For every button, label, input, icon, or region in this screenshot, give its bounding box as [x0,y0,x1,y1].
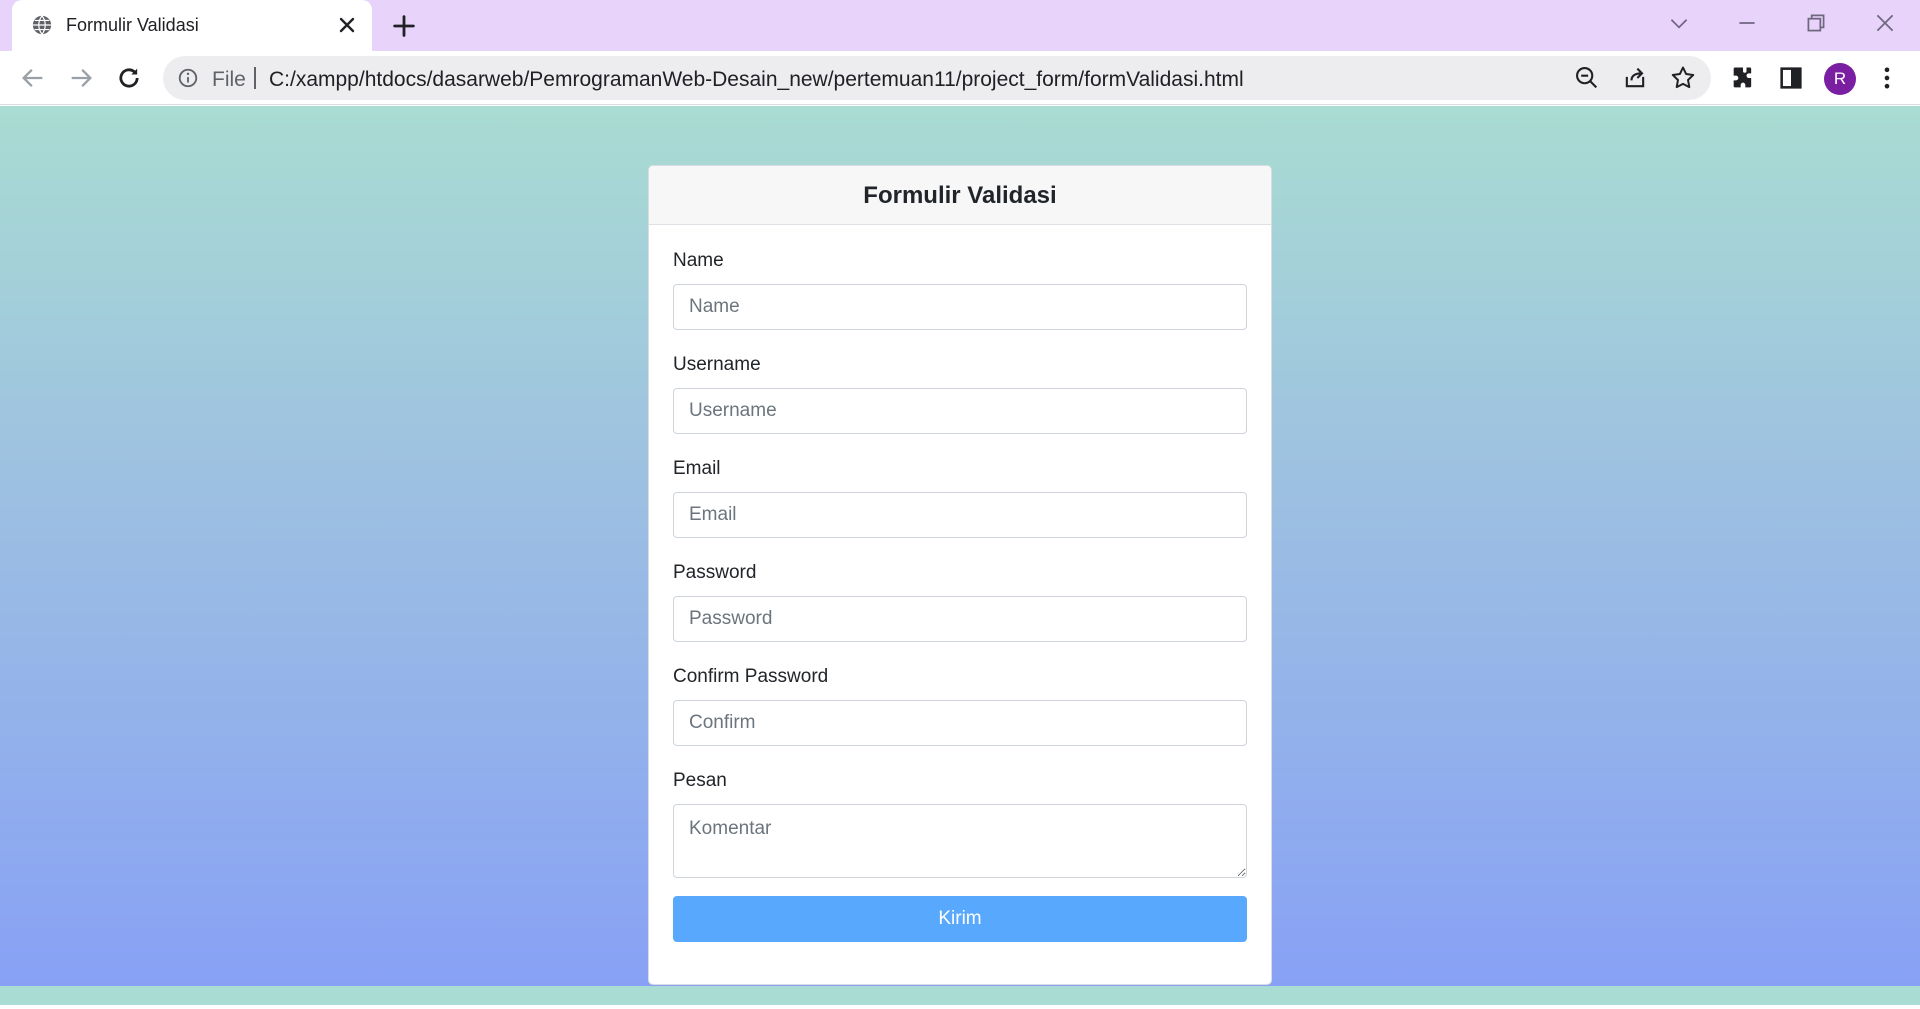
scheme-label: File [212,68,246,91]
username-label: Username [673,354,761,375]
close-icon[interactable] [335,13,359,37]
tab-strip: Formulir Validasi [0,0,1920,51]
restore-icon[interactable] [1803,10,1829,36]
name-label: Name [673,250,724,271]
password-field-group: Password [673,561,1247,642]
chevron-down-icon[interactable] [1666,10,1692,36]
tab-title: Formulir Validasi [66,15,199,35]
email-input[interactable] [673,492,1247,538]
password-label: Password [673,562,757,583]
message-label: Pesan [673,770,727,791]
close-window-icon[interactable] [1872,10,1898,36]
star-icon[interactable] [1669,64,1697,92]
zoom-out-icon[interactable] [1573,64,1601,92]
plus-icon[interactable] [390,12,418,40]
browser-tab[interactable]: Formulir Validasi [12,0,372,51]
address-bar[interactable]: File C:/xampp/htdocs/dasarweb/Pemrograma… [163,56,1711,100]
password-input[interactable] [673,596,1247,642]
message-textarea[interactable] [673,804,1247,878]
validation-form: Name Username Email Password Confirm Pas… [649,225,1271,942]
page-viewport: Formulir Validasi Name Username Email Pa… [0,106,1920,1009]
username-input[interactable] [673,388,1247,434]
email-label: Email [673,458,721,479]
globe-icon [32,15,52,35]
name-input[interactable] [673,284,1247,330]
more-icon[interactable] [1873,64,1901,92]
back-icon[interactable] [19,64,47,92]
confirm-password-field-group: Confirm Password [673,665,1247,746]
email-field-group: Email [673,457,1247,538]
username-field-group: Username [673,353,1247,434]
forward-icon[interactable] [67,64,95,92]
profile-avatar[interactable]: R [1824,63,1856,95]
card-header: Formulir Validasi [649,166,1271,225]
share-icon[interactable] [1621,64,1649,92]
side-panel-icon[interactable] [1777,64,1805,92]
extensions-icon[interactable] [1729,64,1757,92]
confirm-password-label: Confirm Password [673,666,829,687]
message-field-group: Pesan [673,769,1247,878]
form-title: Formulir Validasi [863,182,1057,209]
reload-icon[interactable] [115,64,143,92]
omnibox-divider [254,67,256,89]
browser-toolbar: File C:/xampp/htdocs/dasarweb/Pemrograma… [0,51,1920,105]
url-text[interactable]: C:/xampp/htdocs/dasarweb/PemrogramanWeb-… [269,68,1244,92]
submit-button[interactable]: Kirim [673,896,1247,942]
form-card: Formulir Validasi Name Username Email Pa… [648,165,1272,985]
page-footer-strip [0,986,1920,1005]
confirm-password-input[interactable] [673,700,1247,746]
name-field-group: Name [673,249,1247,330]
minimize-icon[interactable] [1734,10,1760,36]
info-icon[interactable] [177,67,199,89]
